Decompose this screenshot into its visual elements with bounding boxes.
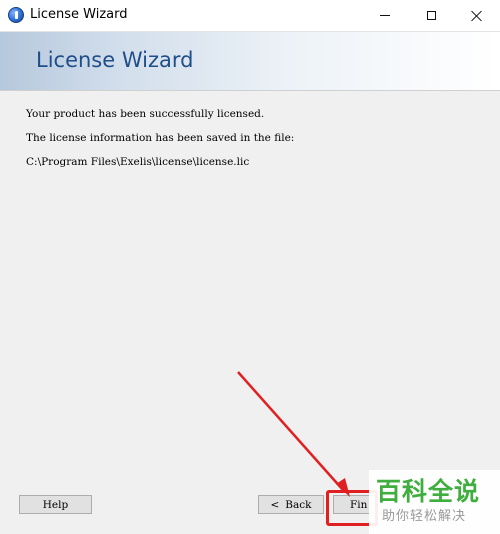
minimize-button[interactable] — [362, 0, 408, 31]
maximize-icon — [426, 11, 436, 20]
app-info-icon — [8, 7, 24, 23]
success-message: Your product has been successfully licen… — [26, 108, 265, 120]
wizard-header-banner: License Wizard — [0, 32, 500, 91]
help-button-label: Help — [42, 498, 69, 511]
saved-info-message: The license information has been saved i… — [26, 132, 295, 144]
close-button[interactable] — [454, 0, 500, 31]
minimize-icon — [380, 15, 390, 16]
maximize-button[interactable] — [408, 0, 454, 31]
watermark-logo-text: 百科全说 — [376, 477, 481, 506]
watermark-slogan: 助你轻松解决 — [382, 509, 467, 524]
window-title: License Wizard — [30, 7, 128, 22]
back-arrow-icon: < — [270, 498, 280, 511]
help-button[interactable]: Help — [19, 495, 92, 514]
page-title: License Wizard — [36, 48, 194, 72]
title-bar[interactable]: License Wizard — [0, 0, 500, 32]
license-file-path: C:\Program Files\Exelis\license\license.… — [26, 156, 250, 168]
back-button[interactable]: < Back — [258, 495, 324, 514]
license-wizard-window: License Wizard License Wizard Your produ… — [0, 0, 500, 534]
arrow-shaft — [237, 371, 344, 491]
back-button-label: Back — [285, 498, 312, 511]
close-icon — [471, 10, 483, 22]
